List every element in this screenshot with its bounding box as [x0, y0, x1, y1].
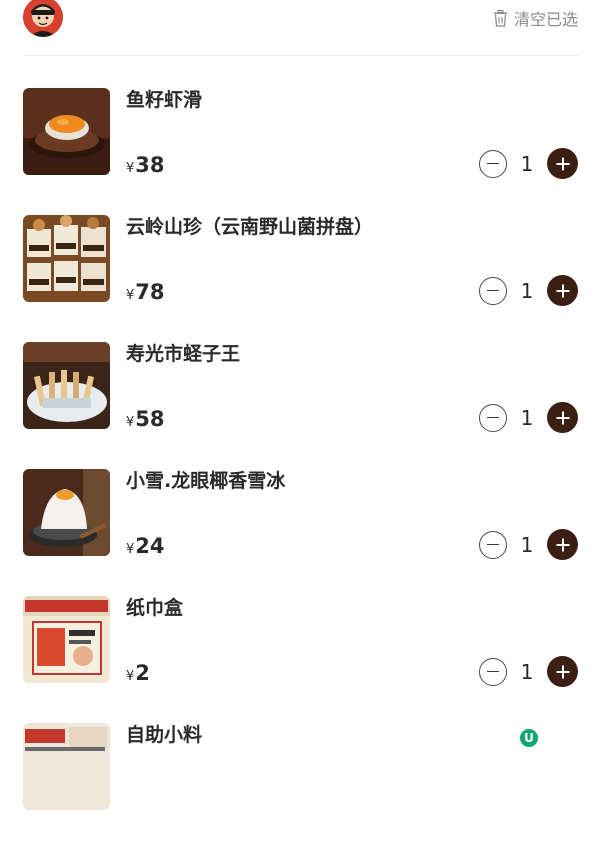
plus-circle-icon[interactable]: [547, 656, 578, 687]
product-price: ¥58: [126, 407, 165, 431]
cart-list: 鱼籽虾滑 ¥38 1 云岭山珍（云南野山菌拼盘） ¥78 1 寿光市蛏子王 ¥5…: [0, 88, 600, 850]
selected-badge: U: [520, 729, 538, 747]
product-image: [23, 469, 110, 556]
product-name: 鱼籽虾滑: [126, 89, 203, 111]
product-name: 云岭山珍（云南野山菌拼盘）: [126, 216, 374, 238]
header-divider: [23, 55, 578, 56]
product-image: [23, 596, 110, 683]
minus-circle-icon[interactable]: [479, 149, 507, 178]
quantity-value: 1: [520, 278, 534, 303]
cart-item: 鱼籽虾滑 ¥38 1: [0, 88, 600, 215]
quantity-value: 1: [520, 151, 534, 176]
avatar-icon: [23, 0, 63, 37]
product-image: [23, 88, 110, 175]
plus-circle-icon[interactable]: [547, 148, 578, 179]
cart-item: 自助小料 U: [0, 723, 600, 850]
clear-selected-label: 清空已选: [513, 10, 578, 29]
minus-circle-icon[interactable]: [479, 403, 507, 432]
product-image: [23, 215, 110, 302]
minus-circle-icon[interactable]: [479, 276, 507, 305]
plus-circle-icon[interactable]: [547, 275, 578, 306]
clear-selected-button[interactable]: 清空已选: [493, 6, 578, 30]
quantity-value: 1: [520, 405, 534, 430]
product-image: [23, 723, 110, 810]
product-price: ¥38: [126, 153, 165, 177]
product-name: 寿光市蛏子王: [126, 343, 241, 365]
quantity-stepper: 1: [479, 148, 578, 179]
plus-circle-icon[interactable]: [547, 402, 578, 433]
quantity-stepper: 1: [479, 275, 578, 306]
product-image: [23, 342, 110, 429]
cart-item: 寿光市蛏子王 ¥58 1: [0, 342, 600, 469]
product-name: 纸巾盒: [126, 597, 184, 619]
quantity-value: 1: [520, 659, 534, 684]
cart-item: 云岭山珍（云南野山菌拼盘） ¥78 1: [0, 215, 600, 342]
trash-icon: [493, 9, 507, 27]
product-name: 自助小料: [126, 724, 203, 746]
quantity-stepper: 1: [479, 656, 578, 687]
quantity-stepper: 1: [479, 529, 578, 560]
cart-item: 小雪.龙眼椰香雪冰 ¥24 1: [0, 469, 600, 596]
product-price: ¥2: [126, 661, 150, 685]
product-price: ¥78: [126, 280, 165, 304]
avatar[interactable]: [23, 0, 63, 37]
product-name: 小雪.龙眼椰香雪冰: [126, 470, 286, 492]
minus-circle-icon[interactable]: [479, 657, 507, 686]
product-price: ¥24: [126, 534, 165, 558]
plus-circle-icon[interactable]: [547, 529, 578, 560]
cart-item: 纸巾盒 ¥2 1: [0, 596, 600, 723]
quantity-stepper: 1: [479, 402, 578, 433]
cart-header: 清空已选: [0, 0, 600, 56]
quantity-value: 1: [520, 532, 534, 557]
minus-circle-icon[interactable]: [479, 530, 507, 559]
